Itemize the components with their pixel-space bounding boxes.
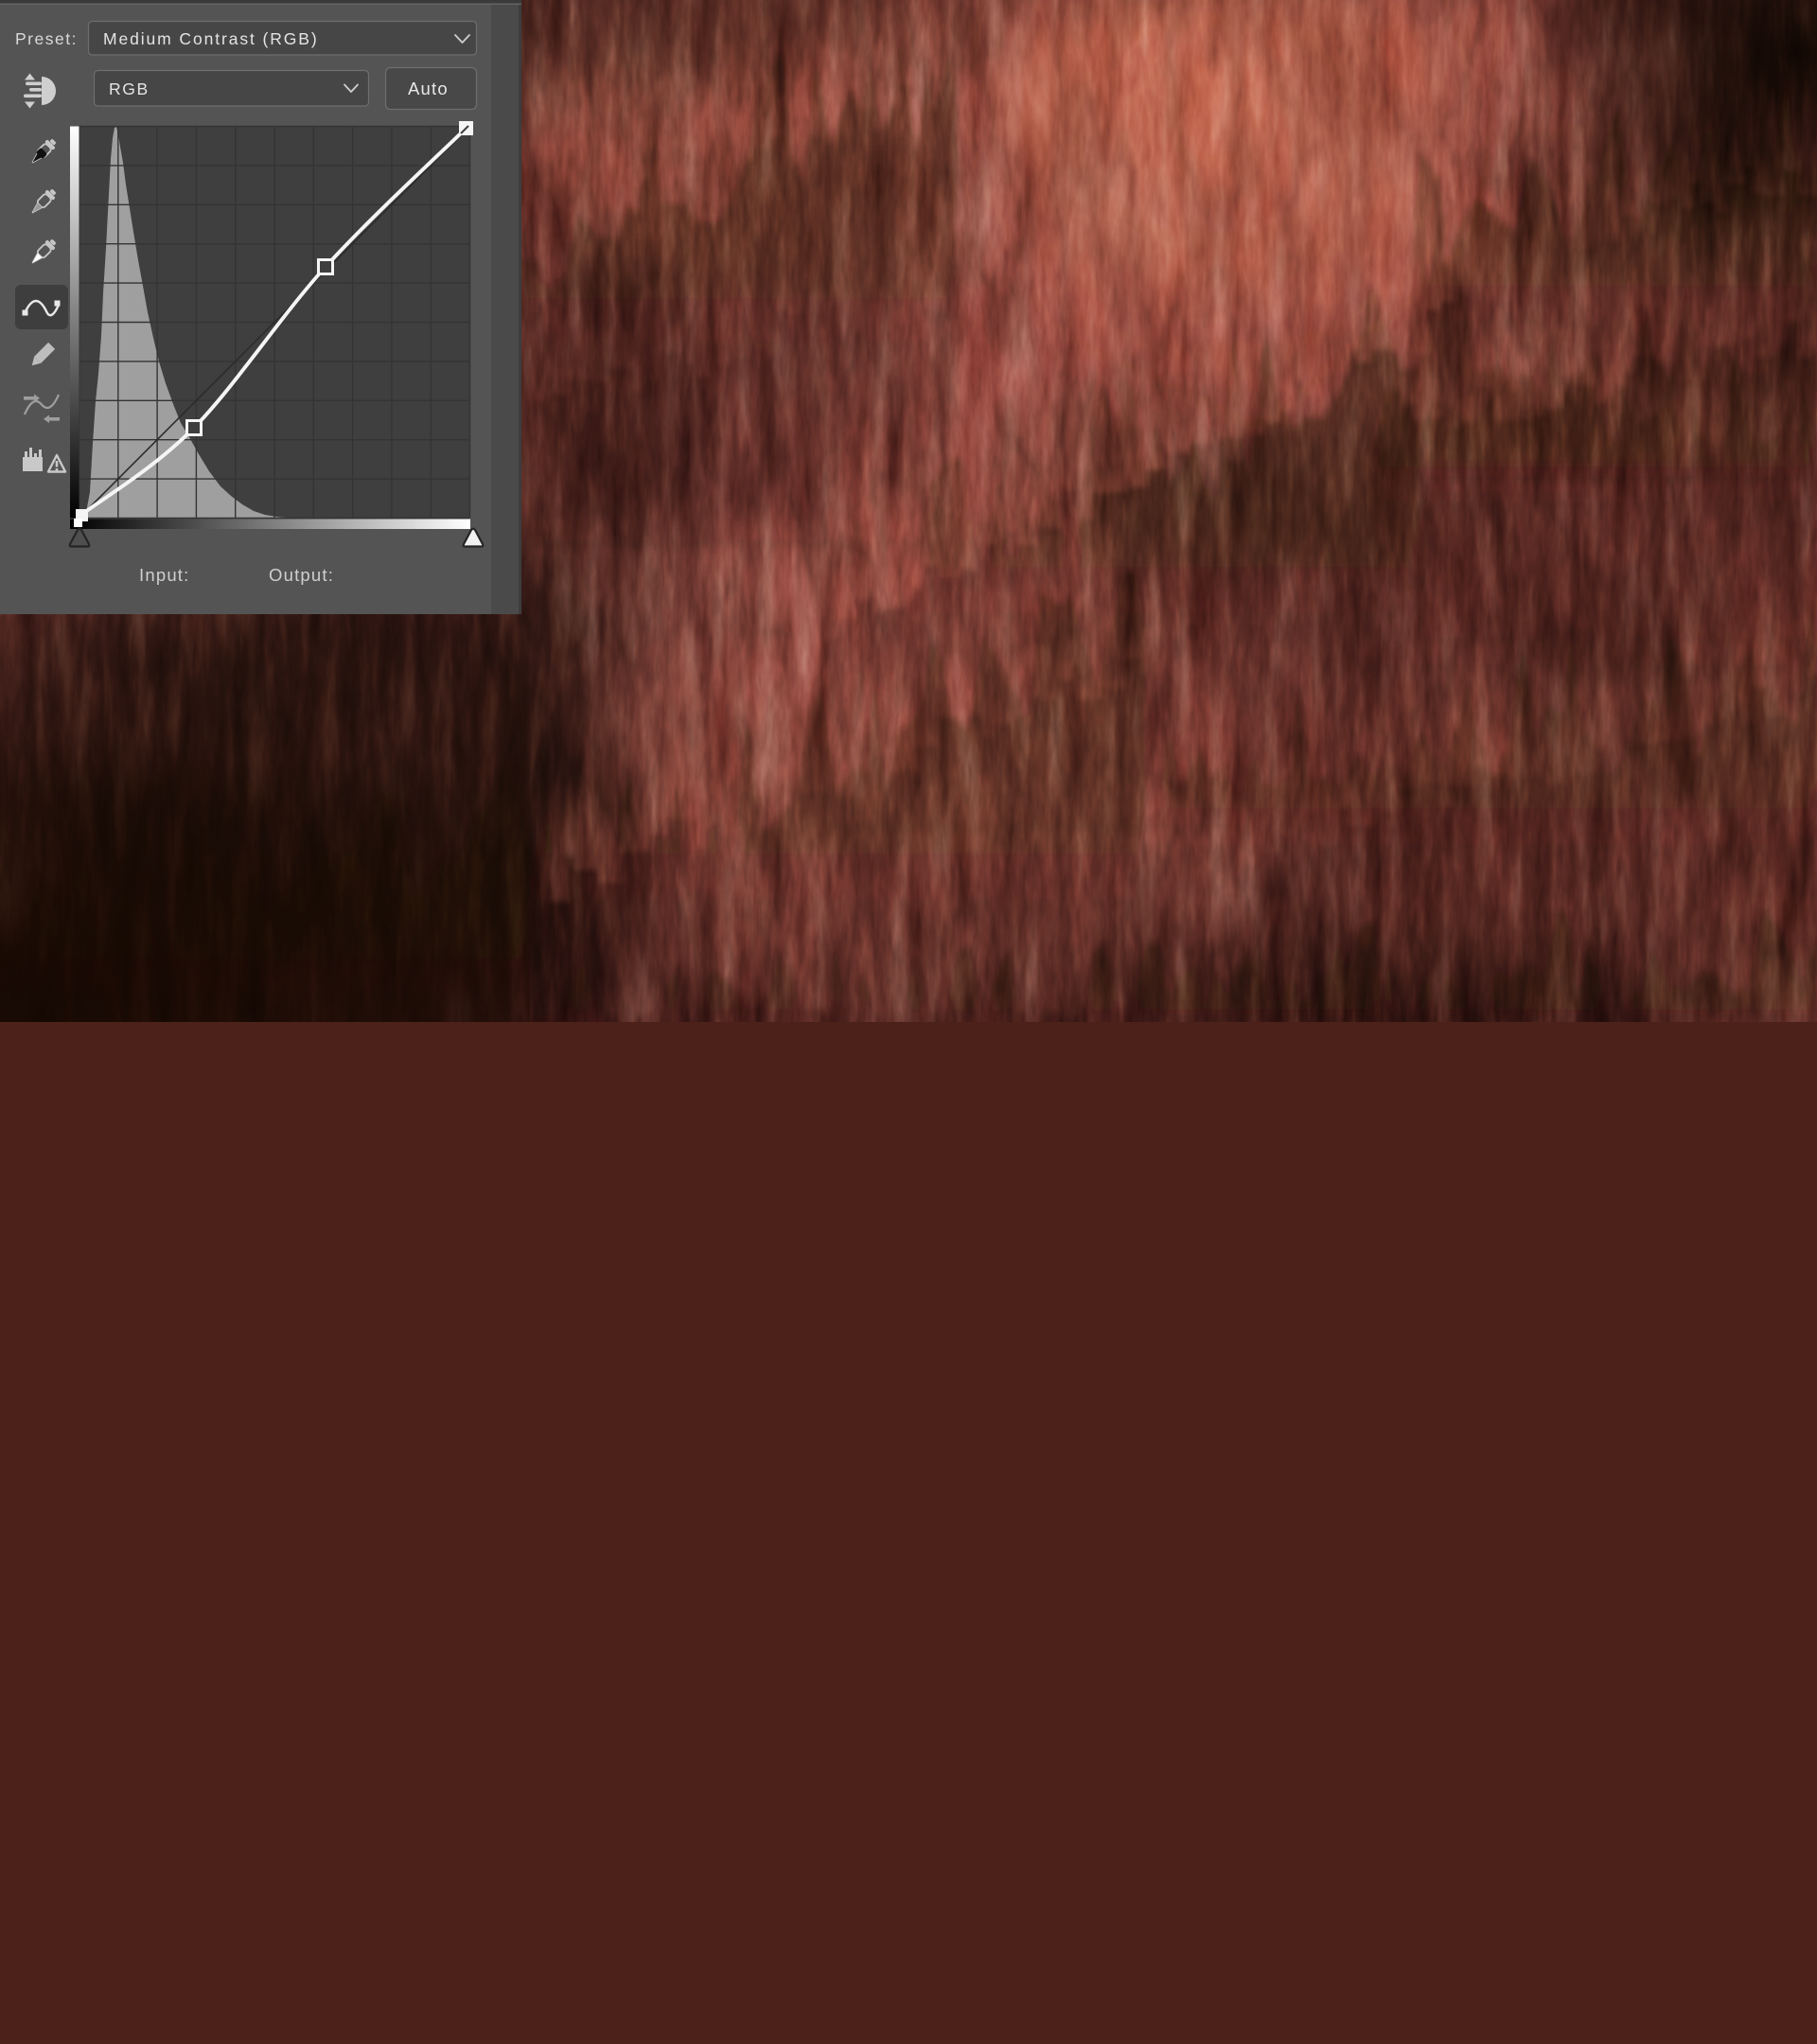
svg-text:Output:: Output:: [269, 565, 334, 585]
svg-text:Preset:: Preset:: [15, 29, 78, 48]
svg-text:Medium Contrast (RGB): Medium Contrast (RGB): [103, 29, 319, 48]
svg-text:Input:: Input:: [139, 565, 190, 585]
svg-text:Auto: Auto: [408, 79, 449, 98]
svg-text:RGB: RGB: [109, 79, 150, 98]
